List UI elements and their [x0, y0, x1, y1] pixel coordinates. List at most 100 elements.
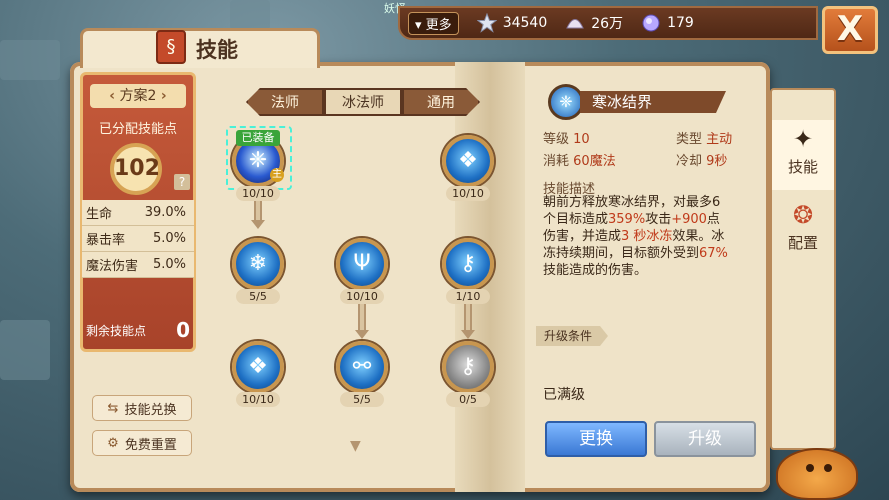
plan-label: 方案2 [119, 88, 157, 104]
chevron-right-icon[interactable]: › [161, 88, 167, 104]
help-button[interactable]: ? [174, 174, 190, 190]
resource-bar: ▾ 更多 34540 26万 179 [398, 6, 818, 40]
desc-highlight: +900 [671, 212, 707, 227]
skill-node-frost-key[interactable]: ⚷ [442, 238, 494, 290]
desc-highlight: 3 秒冰冻 [621, 229, 673, 244]
assigned-points-label: 已分配技能点 [98, 122, 177, 137]
detail-skill-icon: ❈ [548, 84, 584, 120]
ice-chain-icon: ⚯ [352, 354, 372, 379]
side-tab-label: 技能 [787, 158, 818, 176]
tab-common[interactable]: 通用 [402, 88, 480, 116]
skill-level: 5/5 [340, 392, 384, 407]
tree-arrow [355, 330, 369, 339]
frost-key-icon: ⚷ [459, 251, 477, 276]
stat-value: 5.0% [152, 231, 186, 246]
tab-mage[interactable]: 法师 [246, 88, 324, 116]
gem-value: 179 [667, 15, 694, 31]
snowflake-icon: ❄ [248, 251, 268, 276]
level-label: 等级 [543, 132, 570, 147]
skill-name: 寒冰结界 [580, 91, 726, 113]
skill-level: 10/10 [340, 289, 384, 304]
tree-arrow [251, 220, 265, 229]
close-button[interactable]: X [822, 6, 878, 54]
shell-value: 26万 [591, 16, 624, 32]
stat-value: 5.0% [152, 257, 186, 272]
tree-arrow [461, 330, 475, 339]
skill-book-icon: § [156, 30, 186, 64]
stat-name: 生命 [86, 207, 113, 222]
skill-level: 10/10 [236, 186, 280, 201]
window-title: 技能 [196, 38, 238, 62]
type-info: 类型 主动 [676, 128, 732, 147]
locked-skill-icon: ⚷ [459, 354, 477, 379]
assigned-points-value: 102 [110, 143, 162, 195]
tab-ice-mage[interactable]: 冰法师 [324, 88, 402, 116]
stat-name: 暴击率 [86, 233, 126, 248]
stat-row: 暴击率 5.0% [82, 226, 194, 252]
frost-crest-icon: ❖ [458, 148, 478, 173]
skill-node-snowflake[interactable]: ❄ [232, 238, 284, 290]
cost-label: 消耗 [543, 154, 570, 169]
side-tab-config[interactable]: ❂ 配置 [772, 196, 834, 262]
desc-text: 攻击 [645, 212, 672, 227]
skill-node-locked[interactable]: ⚷ [442, 341, 494, 393]
stat-row: 魔法伤害 5.0% [82, 252, 194, 278]
skill-node-frost-crest-2[interactable]: ❖ [232, 341, 284, 393]
star-icon [476, 13, 497, 33]
reset-label: 免费重置 [124, 437, 177, 453]
skill-node-frost-crest[interactable]: ❖ [442, 135, 494, 187]
upgrade-button[interactable]: 升级 [654, 421, 756, 457]
type-label: 类型 [676, 132, 703, 147]
shell-icon [566, 19, 585, 29]
stat-name: 魔法伤害 [86, 259, 139, 274]
skill-level: 0/5 [446, 392, 490, 407]
exchange-label: 技能兑换 [124, 402, 177, 418]
cooldown-value: 9秒 [706, 154, 728, 169]
swap-button[interactable]: 更换 [545, 421, 647, 457]
tree-connector [358, 303, 366, 331]
equipped-tag: 已装备 [236, 130, 280, 146]
desc-highlight: 67% [699, 246, 728, 261]
exchange-icon: ⇆ [107, 400, 119, 416]
mascot-character [776, 448, 858, 500]
gem-icon [642, 14, 660, 32]
side-tab-skill[interactable]: ✦ 技能 [772, 120, 834, 190]
level-value: 10 [573, 132, 590, 147]
plan-selector[interactable]: ‹ 方案2 › [90, 84, 186, 108]
stat-value: 39.0% [144, 205, 186, 220]
cooldown-label: 冷却 [676, 154, 703, 169]
scroll-down-icon[interactable]: ▼ [350, 438, 361, 454]
ice-spikes-icon: Ψ [353, 251, 371, 276]
gear-icon: ⚙ [107, 435, 119, 451]
skill-node-ice-chain[interactable]: ⚯ [336, 341, 388, 393]
level-info: 等级 10 [543, 128, 590, 147]
main-tag: 主 [270, 168, 284, 182]
skill-exchange-button[interactable]: ⇆ 技能兑换 [92, 395, 192, 421]
type-value: 主动 [706, 132, 733, 147]
upgrade-condition-label: 升级条件 [536, 326, 608, 346]
star-value: 34540 [502, 15, 548, 31]
remaining-value: 0 [176, 318, 190, 342]
stat-row: 生命 39.0% [82, 200, 194, 226]
skill-node-ice-spikes[interactable]: Ψ [336, 238, 388, 290]
cost-info: 消耗 60魔法 [543, 150, 616, 169]
skill-level: 10/10 [236, 392, 280, 407]
class-tabs: 法师 冰法师 通用 [246, 88, 480, 116]
config-icon: ❂ [792, 201, 814, 229]
skill-level: 5/5 [236, 289, 280, 304]
ice-barrier-icon: ❈ [248, 148, 268, 173]
skill-icon: ✦ [792, 125, 814, 153]
desc-highlight: 359% [608, 212, 646, 227]
cooldown-info: 冷却 9秒 [676, 150, 727, 169]
skill-description: 朝前方释放寒冰结界，对最多6个目标造成359%攻击+900点伤害，并造成3 秒冰… [543, 194, 728, 279]
more-button[interactable]: ▾ 更多 [408, 11, 459, 35]
tree-connector [464, 303, 472, 331]
cost-value: 60魔法 [573, 154, 616, 169]
chevron-left-icon[interactable]: ‹ [109, 88, 115, 104]
frost-crest-icon: ❖ [248, 354, 268, 379]
free-reset-button[interactable]: ⚙ 免费重置 [92, 430, 192, 456]
more-label: 更多 [425, 17, 452, 33]
remaining-points: 剩余技能点 0 [82, 316, 194, 344]
skill-level: 10/10 [446, 186, 490, 201]
side-tab-label: 配置 [787, 234, 818, 252]
